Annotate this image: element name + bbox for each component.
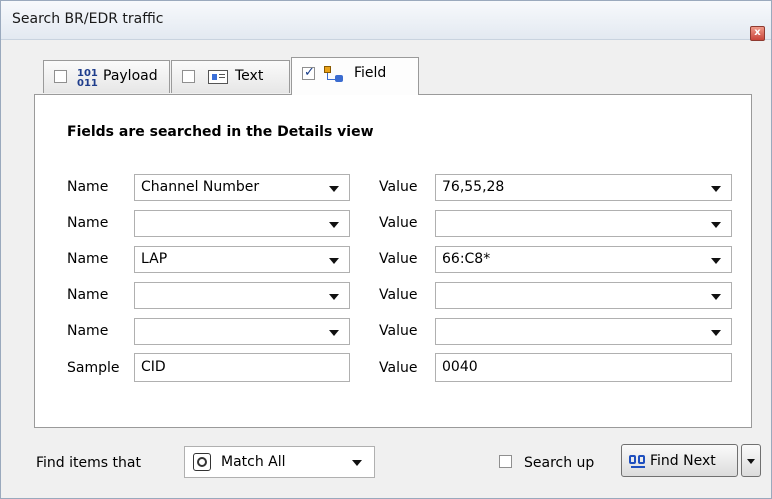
name-label: Name xyxy=(67,287,109,303)
search-up-checkbox[interactable] xyxy=(499,455,512,468)
title-bar: Search BR/EDR traffic x xyxy=(1,1,771,41)
value-select[interactable]: 76,55,28 xyxy=(435,174,732,201)
match-mode-value: Match All xyxy=(221,454,286,470)
sample-input[interactable]: CID xyxy=(134,353,350,382)
field-tree-icon xyxy=(324,66,344,82)
value-input-value: 0040 xyxy=(442,359,478,375)
text-document-icon xyxy=(208,70,228,84)
tab-field-label: Field xyxy=(354,65,387,81)
name-select-value: Channel Number xyxy=(141,179,260,195)
field-search-panel: Fields are searched in the Details view … xyxy=(34,94,752,428)
chevron-down-icon xyxy=(352,460,362,466)
sample-input-value: CID xyxy=(141,359,166,375)
chevron-down-icon xyxy=(329,222,339,228)
find-items-label: Find items that xyxy=(36,455,141,471)
value-label: Value xyxy=(379,360,418,376)
find-next-label: Find Next xyxy=(650,453,716,469)
panel-heading: Fields are searched in the Details view xyxy=(67,124,374,140)
value-select[interactable] xyxy=(435,282,732,309)
binary-icon: 101 011 xyxy=(77,68,98,89)
chevron-down-icon xyxy=(711,330,721,336)
field-checkbox[interactable]: ✓ xyxy=(302,65,315,80)
name-select[interactable]: Channel Number xyxy=(134,174,350,201)
name-select[interactable]: LAP xyxy=(134,246,350,273)
chevron-down-icon xyxy=(711,258,721,264)
value-select-value: 66:C8* xyxy=(442,251,491,267)
value-label: Value xyxy=(379,251,418,267)
chevron-down-icon xyxy=(329,258,339,264)
binoculars-icon xyxy=(629,453,647,469)
tab-payload-label: Payload xyxy=(103,68,158,84)
tab-text[interactable]: Text xyxy=(171,60,290,93)
find-next-button[interactable]: Find Next xyxy=(621,444,738,477)
value-select-value: 76,55,28 xyxy=(442,179,505,195)
close-button[interactable]: x xyxy=(750,26,765,41)
value-label: Value xyxy=(379,287,418,303)
name-label: Name xyxy=(67,179,109,195)
chevron-down-icon xyxy=(329,186,339,192)
match-icon xyxy=(193,453,211,471)
chevron-down-icon xyxy=(329,294,339,300)
chevron-down-icon xyxy=(711,222,721,228)
value-label: Value xyxy=(379,179,418,195)
name-select[interactable] xyxy=(134,282,350,309)
sample-label: Sample xyxy=(67,360,120,376)
name-select-value: LAP xyxy=(141,251,168,267)
payload-checkbox[interactable] xyxy=(54,70,67,83)
tab-field[interactable]: ✓ Field xyxy=(291,57,419,95)
value-label: Value xyxy=(379,323,418,339)
name-select[interactable] xyxy=(134,318,350,345)
value-label: Value xyxy=(379,215,418,231)
chevron-down-icon xyxy=(711,186,721,192)
name-label: Name xyxy=(67,251,109,267)
value-select[interactable] xyxy=(435,210,732,237)
name-select[interactable] xyxy=(134,210,350,237)
close-icon: x xyxy=(754,27,761,38)
window-title: Search BR/EDR traffic xyxy=(12,11,164,27)
name-label: Name xyxy=(67,215,109,231)
search-dialog: Search BR/EDR traffic x 101 011 Payload T… xyxy=(0,0,772,499)
name-label: Name xyxy=(67,323,109,339)
text-checkbox[interactable] xyxy=(182,70,195,83)
chevron-down-icon xyxy=(711,294,721,300)
tab-text-label: Text xyxy=(235,68,264,84)
value-select[interactable] xyxy=(435,318,732,345)
tab-payload[interactable]: 101 011 Payload xyxy=(43,60,170,93)
value-input[interactable]: 0040 xyxy=(435,353,732,382)
chevron-down-icon xyxy=(747,459,755,464)
chevron-down-icon xyxy=(329,330,339,336)
value-select[interactable]: 66:C8* xyxy=(435,246,732,273)
match-mode-select[interactable]: Match All xyxy=(184,446,375,478)
find-next-dropdown-button[interactable] xyxy=(741,444,761,477)
search-up-label: Search up xyxy=(524,455,595,471)
